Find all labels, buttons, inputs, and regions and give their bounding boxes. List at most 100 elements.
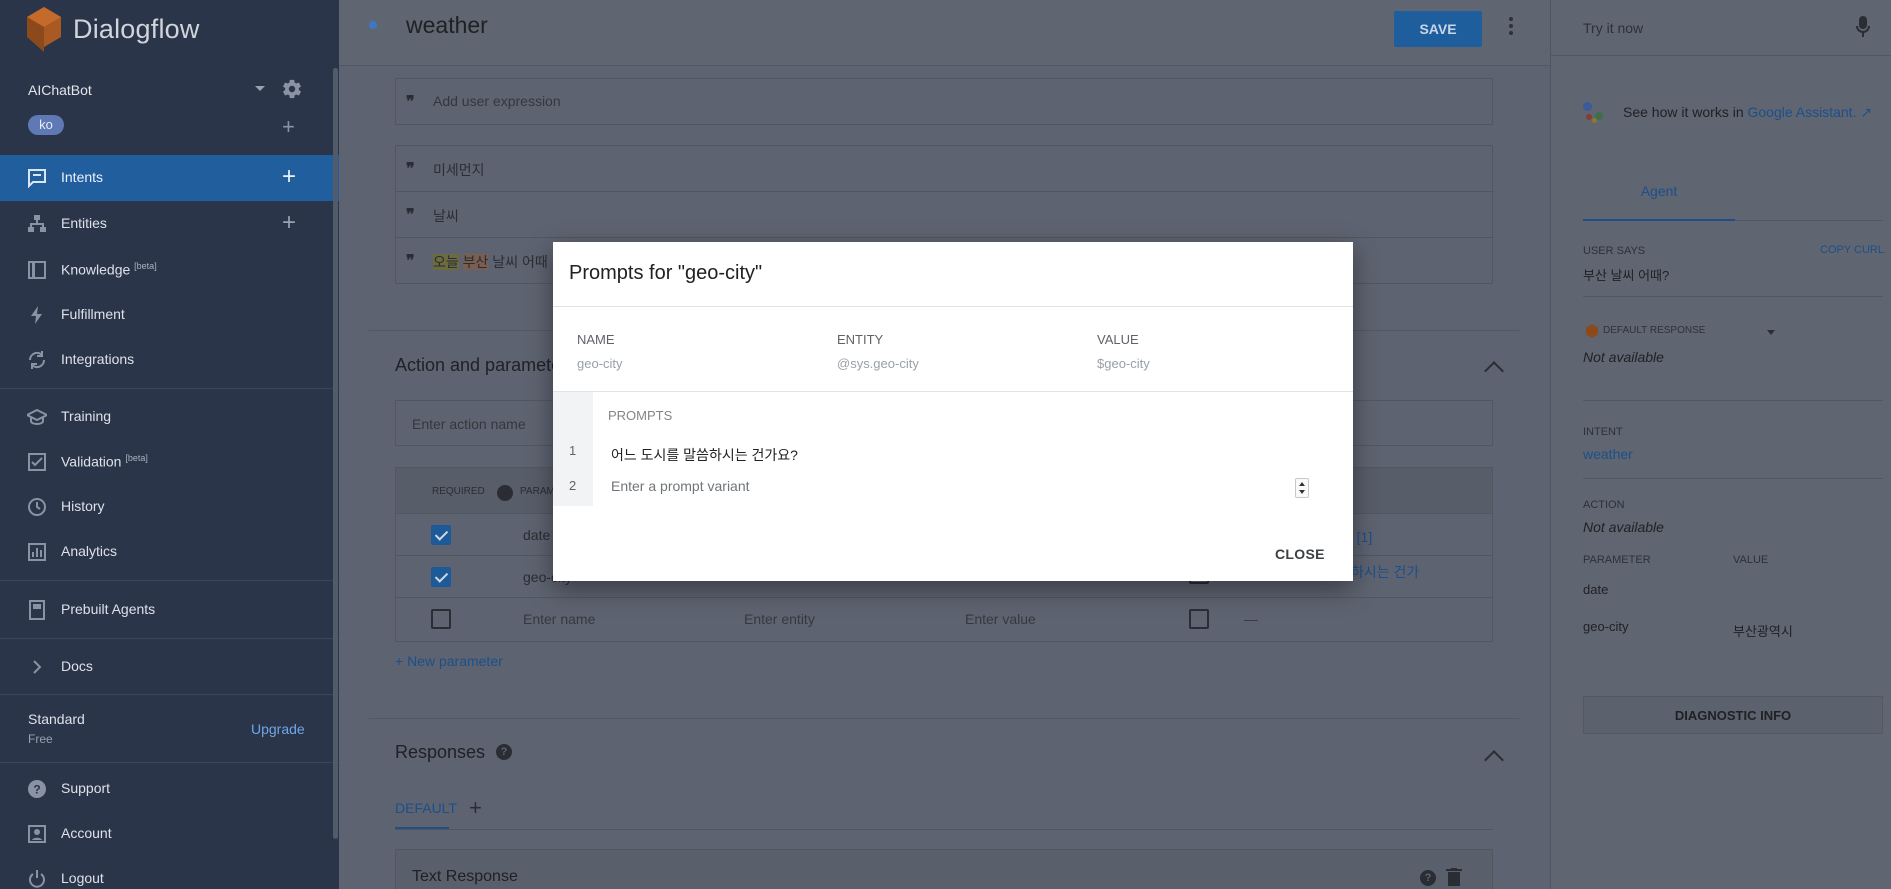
parameter-name[interactable]: date	[523, 527, 550, 543]
text-response-label: Text Response	[412, 868, 518, 885]
required-checkbox[interactable]	[431, 609, 451, 629]
sidebar-item-support[interactable]: ? Support	[0, 766, 339, 812]
dialogflow-logo-icon	[27, 7, 61, 52]
sidebar-divider	[0, 638, 339, 639]
value-column-label: VALUE	[1733, 554, 1769, 566]
user-says-label: USER SAYS	[1583, 245, 1646, 257]
collapse-chevron-icon[interactable]	[1484, 750, 1504, 770]
chevron-right-icon	[33, 660, 42, 674]
tab-active-underline	[1583, 219, 1735, 221]
sidebar-scrollbar[interactable]	[333, 68, 338, 839]
sidebar-item-validation[interactable]: Validation [beta]	[0, 439, 339, 485]
google-assistant-logo-icon	[1583, 100, 1605, 124]
dialog-divider	[553, 391, 1353, 392]
graduation-cap-icon	[27, 408, 47, 426]
agent-selector[interactable]: AIChatBot	[28, 80, 308, 100]
sidebar-item-knowledge[interactable]: Knowledge [beta]	[0, 247, 339, 293]
sidebar-item-label: Validation [beta]	[61, 453, 148, 470]
add-intent-plus-icon[interactable]: +	[282, 165, 296, 189]
intent-title[interactable]: weather	[406, 12, 488, 39]
chat-bubble-icon	[28, 169, 46, 188]
is-list-checkbox[interactable]	[1189, 609, 1209, 629]
required-checkbox[interactable]	[431, 567, 451, 587]
sidebar-item-analytics[interactable]: Analytics	[0, 529, 339, 575]
power-icon	[29, 870, 45, 888]
add-entity-plus-icon[interactable]: +	[282, 211, 296, 235]
add-language-plus-icon[interactable]: +	[282, 116, 295, 138]
default-response-select[interactable]: DEFAULT RESPONSE	[1603, 325, 1705, 336]
sidebar-item-docs[interactable]: Docs	[0, 644, 339, 690]
help-icon[interactable]: ?	[497, 485, 513, 501]
trash-icon[interactable]	[1446, 868, 1462, 886]
microphone-icon[interactable]	[1856, 16, 1870, 38]
sidebar-item-entities[interactable]: Entities +	[0, 201, 339, 247]
tab-agent[interactable]: Agent	[1583, 183, 1735, 199]
default-response-value: Not available	[1583, 349, 1664, 365]
training-phrase-row[interactable]: ❞ 미세먼지	[396, 146, 1494, 192]
sidebar-item-knowledge-label: Knowledge	[61, 261, 131, 278]
plan-tier: Free	[28, 732, 53, 746]
sidebar-item-label: Logout	[61, 870, 104, 886]
parameter-row-new[interactable]: Enter name Enter entity Enter value —	[396, 598, 1492, 640]
new-param-value-input[interactable]: Enter value	[965, 611, 1036, 627]
responses-help-icon[interactable]: ?	[496, 744, 512, 760]
sidebar-item-training[interactable]: Training	[0, 394, 339, 440]
result-param-value: 부산광역시	[1733, 624, 1793, 639]
checkbox-check-icon	[28, 453, 46, 471]
action-label: ACTION	[1583, 499, 1625, 511]
try-it-now-input[interactable]: Try it now	[1551, 0, 1891, 56]
close-button[interactable]: CLOSE	[1275, 546, 1325, 562]
external-link-icon[interactable]: ↗	[1860, 104, 1872, 120]
sidebar-item-logout[interactable]: Logout	[0, 856, 339, 889]
text-response-help-icon[interactable]: ?	[1420, 870, 1436, 886]
training-phrase-text[interactable]: 오늘 부산 날씨 어때	[433, 252, 548, 272]
annotated-date-entity[interactable]: 오늘	[433, 254, 459, 270]
new-param-name-input[interactable]: Enter name	[523, 611, 595, 627]
sidebar-item-label: Prebuilt Agents	[61, 601, 156, 617]
sidebar-item-label: Integrations	[61, 351, 135, 367]
annotated-city-entity[interactable]: 부산	[462, 254, 489, 270]
agent-dropdown-icon[interactable]	[255, 86, 265, 91]
required-checkbox[interactable]	[431, 525, 451, 545]
tab-default[interactable]: DEFAULT	[395, 800, 457, 816]
prompts-header: PROMPTS	[608, 408, 673, 423]
copy-curl-link[interactable]: COPY CURL	[1820, 244, 1884, 256]
sidebar-item-fulfillment[interactable]: Fulfillment	[0, 292, 339, 338]
add-user-expression-input[interactable]: ❞ Add user expression	[395, 78, 1493, 125]
upgrade-link[interactable]: Upgrade	[251, 721, 305, 737]
value-column-header: VALUE	[1097, 332, 1139, 347]
dialogflow-logo[interactable]: Dialogflow	[27, 7, 200, 52]
quote-icon: ❞	[406, 92, 415, 111]
google-assistant-link[interactable]: Google Assistant.	[1748, 104, 1857, 120]
training-phrase-text[interactable]: 미세먼지	[433, 160, 485, 180]
parameter-prompt[interactable]: 하시는 건가	[1351, 562, 1419, 582]
prompt-variant-input[interactable]: Enter a prompt variant	[611, 478, 750, 494]
beta-tag: [beta]	[134, 261, 157, 271]
sidebar-item-account[interactable]: Account	[0, 811, 339, 857]
sidebar-item-prebuilt-agents[interactable]: Prebuilt Agents	[0, 587, 339, 633]
agent-settings-gear-icon[interactable]	[281, 78, 303, 100]
training-phrase-row[interactable]: ❞ 날씨	[396, 192, 1494, 238]
new-parameter-link[interactable]: + New parameter	[395, 653, 503, 669]
tab-divider	[395, 829, 1493, 830]
sidebar-divider	[0, 762, 339, 763]
resize-spinner-icon[interactable]	[1295, 478, 1309, 498]
collapse-chevron-icon[interactable]	[1484, 361, 1504, 381]
sidebar-item-label: Support	[61, 780, 111, 796]
sidebar-item-integrations[interactable]: Integrations	[0, 337, 339, 383]
new-param-entity-input[interactable]: Enter entity	[744, 611, 815, 627]
sidebar-item-label: Entities	[61, 215, 107, 231]
intent-value-link[interactable]: weather	[1583, 446, 1633, 462]
training-phrase-text[interactable]: 날씨	[433, 206, 459, 226]
diagnostic-info-button[interactable]: DIAGNOSTIC INFO	[1583, 696, 1883, 734]
add-response-tab-plus-icon[interactable]: +	[469, 795, 482, 821]
sidebar-item-intents[interactable]: Intents +	[0, 155, 339, 201]
prompt-text[interactable]: 어느 도시를 말씀하시는 건가요?	[611, 445, 798, 465]
language-chip[interactable]: ko	[28, 115, 64, 135]
svg-text:?: ?	[33, 783, 40, 797]
google-assistant-text: See how it works in Google Assistant. ↗	[1623, 104, 1872, 121]
dropdown-caret-icon[interactable]	[1767, 330, 1775, 335]
more-options-kebab-icon[interactable]	[1509, 17, 1513, 35]
save-button[interactable]: SAVE	[1394, 11, 1482, 47]
sidebar-item-history[interactable]: History	[0, 484, 339, 530]
